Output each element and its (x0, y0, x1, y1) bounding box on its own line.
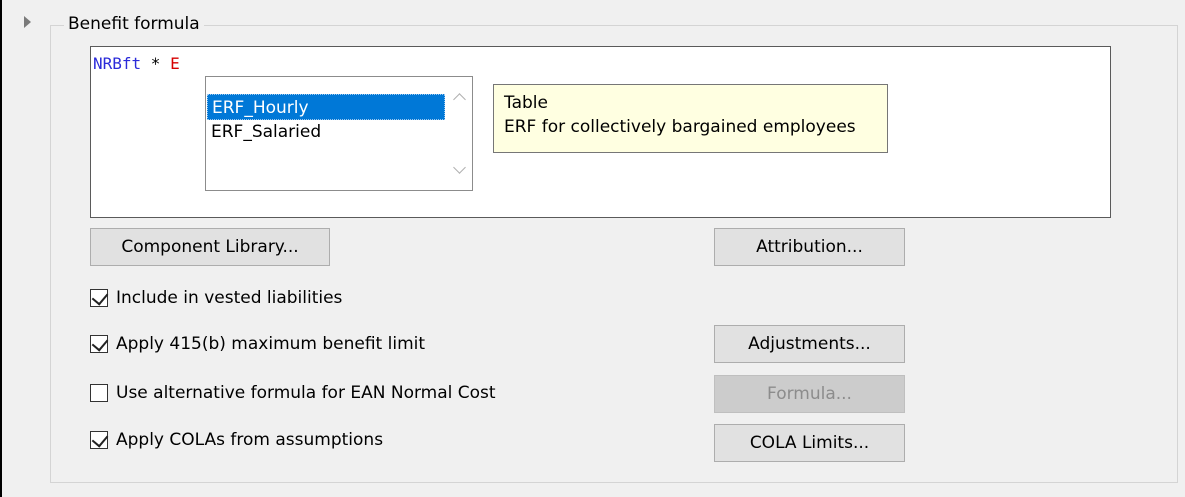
autocomplete-item-erf-salaried[interactable]: ERF_Salaried (207, 119, 445, 145)
autocomplete-scrollbar[interactable] (448, 77, 472, 190)
apply-415b-checkbox[interactable] (90, 334, 109, 353)
autocomplete-item-erf-hourly[interactable]: ERF_Hourly (207, 94, 445, 120)
checkmark-icon (91, 430, 109, 448)
tooltip-type: Table (504, 93, 548, 113)
token-variable: E (170, 54, 180, 73)
cola-limits-button[interactable]: COLA Limits... (714, 424, 905, 462)
checkmark-icon (91, 288, 109, 306)
autocomplete-list[interactable]: ERF_Hourly ERF_Salaried (205, 76, 473, 191)
checkbox-label: Include in vested liabilities (116, 288, 343, 308)
attribution-button[interactable]: Attribution... (714, 228, 905, 266)
tooltip-description: ERF for collectively bargained employees (504, 117, 856, 137)
formula-code[interactable]: NRBft * E (93, 54, 180, 74)
checkmark-icon (91, 334, 109, 352)
window-left-border (0, 0, 2, 497)
component-library-button[interactable]: Component Library... (90, 228, 330, 266)
checkbox-label: Apply COLAs from assumptions (116, 430, 384, 450)
checkbox-label: Apply 415(b) maximum benefit limit (116, 334, 426, 354)
adjustments-button[interactable]: Adjustments... (714, 325, 905, 363)
include-vested-checkbox[interactable] (90, 288, 109, 307)
formula-editor[interactable]: NRBft * E ERF_Hourly ERF_Salaried Table … (90, 46, 1111, 218)
item-tooltip: Table ERF for collectively bargained emp… (493, 84, 888, 153)
group-title: Benefit formula (64, 13, 204, 35)
token-operator: * (141, 54, 171, 73)
alt-formula-ean-checkbox[interactable] (90, 384, 108, 402)
expand-arrow-icon[interactable] (24, 16, 31, 28)
token-identifier: NRBft (93, 54, 142, 73)
checkbox-label: Use alternative formula for EAN Normal C… (116, 383, 496, 403)
apply-colas-checkbox[interactable] (90, 430, 109, 449)
scroll-up-icon[interactable] (453, 93, 466, 106)
scroll-down-icon[interactable] (453, 161, 466, 174)
formula-button[interactable]: Formula... (714, 375, 905, 413)
